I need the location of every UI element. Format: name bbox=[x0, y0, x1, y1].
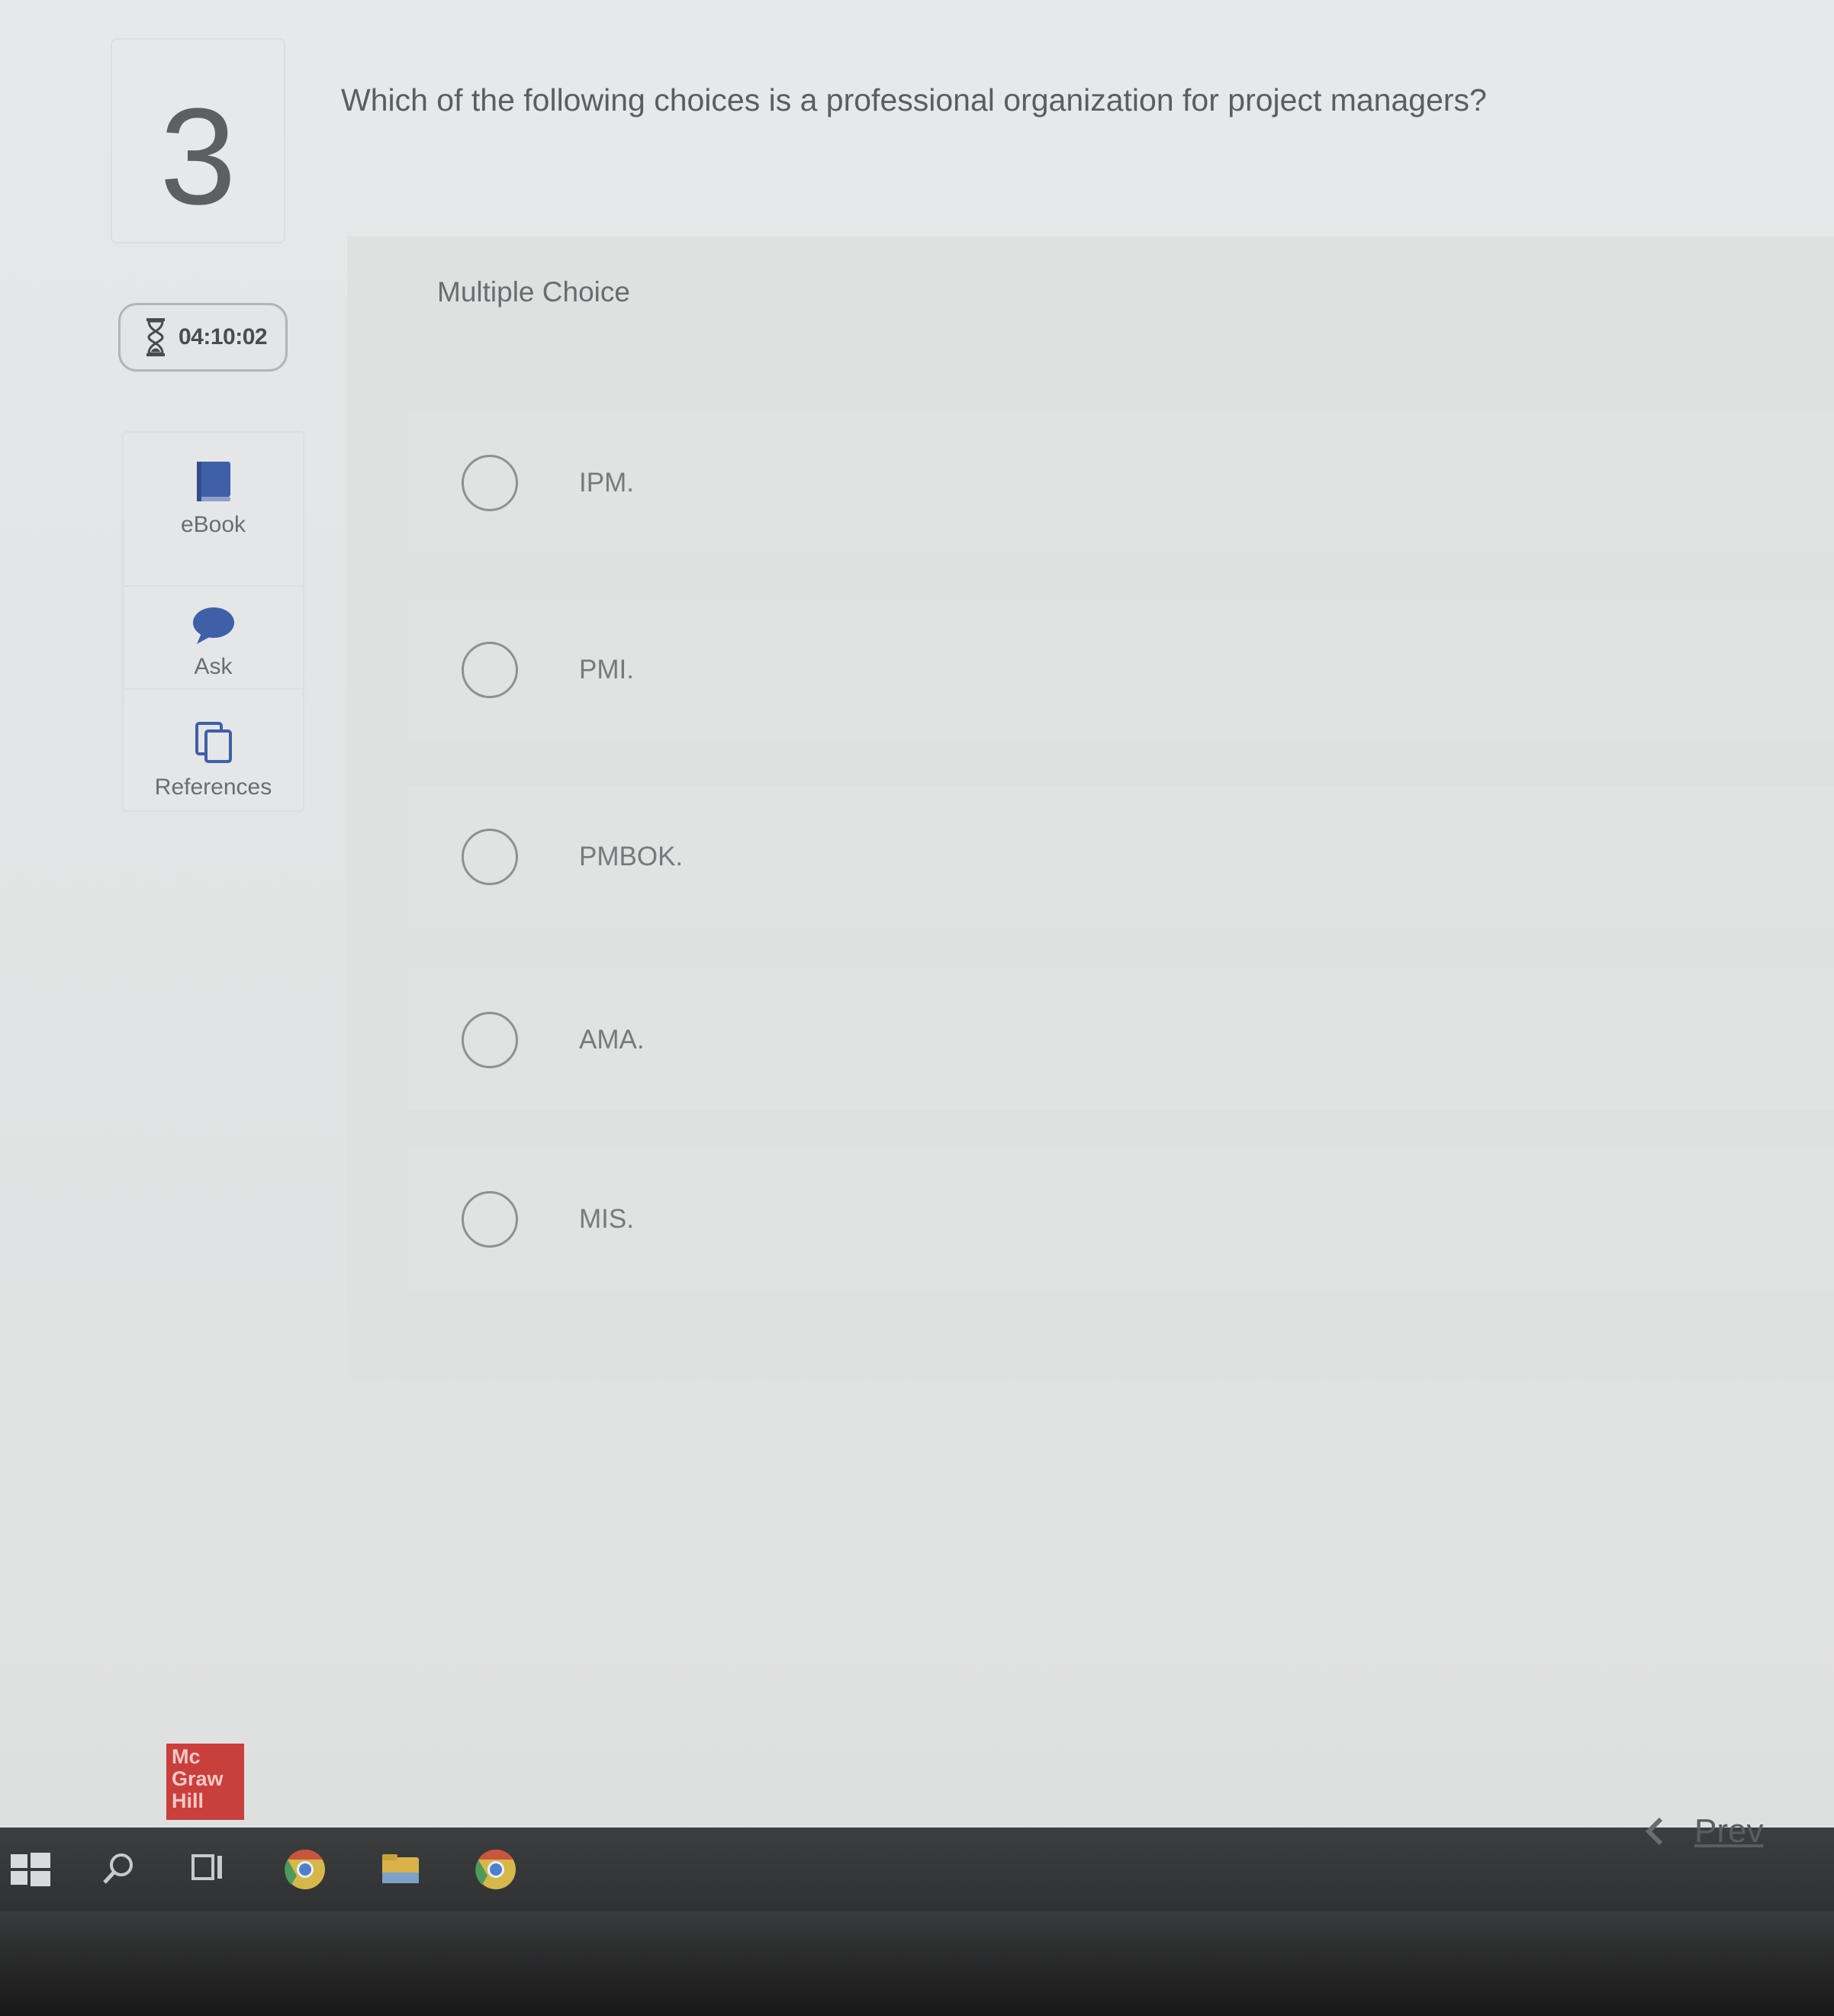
radio-button[interactable] bbox=[462, 641, 518, 698]
logo-line: Graw bbox=[172, 1767, 224, 1790]
option-label: AMA. bbox=[579, 1024, 645, 1055]
search-icon[interactable] bbox=[95, 1847, 141, 1892]
radio-button[interactable] bbox=[462, 1011, 518, 1068]
ask-button[interactable]: Ask bbox=[124, 585, 303, 680]
chrome-icon[interactable] bbox=[282, 1847, 328, 1892]
tools-panel: eBook Ask References bbox=[122, 431, 304, 812]
logo-line: Hill bbox=[172, 1789, 204, 1812]
monitor-bezel bbox=[0, 1911, 1834, 2016]
question-number-box: 3 bbox=[111, 38, 285, 243]
option-label: IPM. bbox=[579, 467, 634, 498]
windows-start-icon[interactable] bbox=[8, 1847, 53, 1892]
answer-option[interactable]: PMI. bbox=[408, 599, 1834, 740]
option-label: PMBOK. bbox=[579, 841, 684, 871]
question-text: Which of the following choices is a prof… bbox=[341, 82, 1487, 118]
radio-button[interactable] bbox=[462, 828, 518, 885]
radio-button[interactable] bbox=[462, 454, 518, 511]
book-icon bbox=[196, 462, 230, 501]
references-button[interactable]: References bbox=[124, 688, 303, 800]
answer-option[interactable]: PMBOK. bbox=[408, 786, 1834, 927]
question-number: 3 bbox=[159, 80, 236, 233]
chat-bubble-icon bbox=[192, 607, 234, 644]
hourglass-icon bbox=[146, 318, 165, 356]
ebook-button[interactable]: eBook bbox=[124, 459, 303, 538]
option-label: PMI. bbox=[579, 654, 634, 684]
question-type-label: Multiple Choice bbox=[437, 276, 630, 308]
timer[interactable]: 04:10:02 bbox=[118, 303, 288, 372]
chrome-icon[interactable] bbox=[473, 1847, 519, 1892]
ebook-label: eBook bbox=[180, 512, 246, 537]
references-label: References bbox=[154, 775, 272, 800]
documents-icon bbox=[195, 722, 232, 763]
timer-value: 04:10:02 bbox=[179, 324, 268, 349]
radio-button[interactable] bbox=[462, 1190, 518, 1248]
logo-line: Mc bbox=[172, 1745, 201, 1768]
chevron-left-icon bbox=[1645, 1817, 1663, 1846]
prev-button[interactable]: Prev bbox=[1644, 1812, 1763, 1850]
answer-option[interactable]: IPM. bbox=[408, 412, 1834, 553]
option-label: MIS. bbox=[579, 1203, 634, 1234]
ask-label: Ask bbox=[194, 654, 233, 679]
answer-option[interactable]: AMA. bbox=[408, 969, 1834, 1110]
task-view-icon[interactable] bbox=[187, 1847, 233, 1892]
taskbar bbox=[0, 1828, 1834, 1923]
answer-option[interactable]: MIS. bbox=[408, 1148, 1834, 1290]
file-explorer-icon[interactable] bbox=[378, 1847, 423, 1892]
mcgraw-hill-logo: Mc Graw Hill bbox=[166, 1744, 244, 1820]
prev-label: Prev bbox=[1694, 1812, 1764, 1850]
